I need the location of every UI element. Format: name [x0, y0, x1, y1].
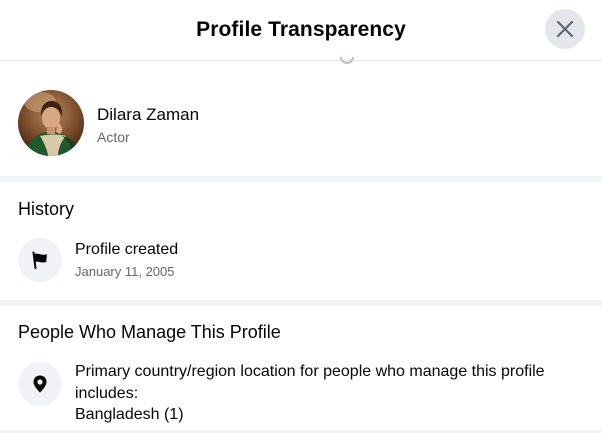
- profile-name[interactable]: Dilara Zaman: [97, 105, 199, 125]
- dialog-title: Profile Transparency: [196, 18, 406, 41]
- history-section: History Profile created January 11, 2005: [0, 182, 602, 306]
- dialog-header: Profile Transparency: [0, 0, 602, 61]
- close-icon: [556, 20, 574, 38]
- location-pin-icon: [33, 375, 47, 393]
- section-title-history: History: [18, 199, 75, 219]
- flag-icon: [32, 251, 47, 269]
- avatar[interactable]: [18, 90, 84, 156]
- history-item-label: Profile created: [75, 241, 179, 258]
- section-title-managers: People Who Manage This Profile: [18, 322, 281, 342]
- profile-transparency-dialog: Profile Transparency Dilara Zaman Actor …: [0, 0, 602, 433]
- managers-item-value: Bangladesh (1): [75, 406, 184, 423]
- avatar-image: [18, 90, 84, 156]
- managers-item-label: Primary country/region location for peop…: [75, 363, 545, 402]
- close-button[interactable]: [545, 9, 585, 49]
- profile-role: Actor: [97, 129, 130, 145]
- profile-summary: Dilara Zaman Actor: [0, 61, 602, 182]
- history-item-icon: [18, 238, 62, 282]
- managers-item-icon: [18, 362, 62, 406]
- managers-section: People Who Manage This Profile Primary c…: [0, 306, 602, 426]
- history-item-date: January 11, 2005: [75, 264, 175, 279]
